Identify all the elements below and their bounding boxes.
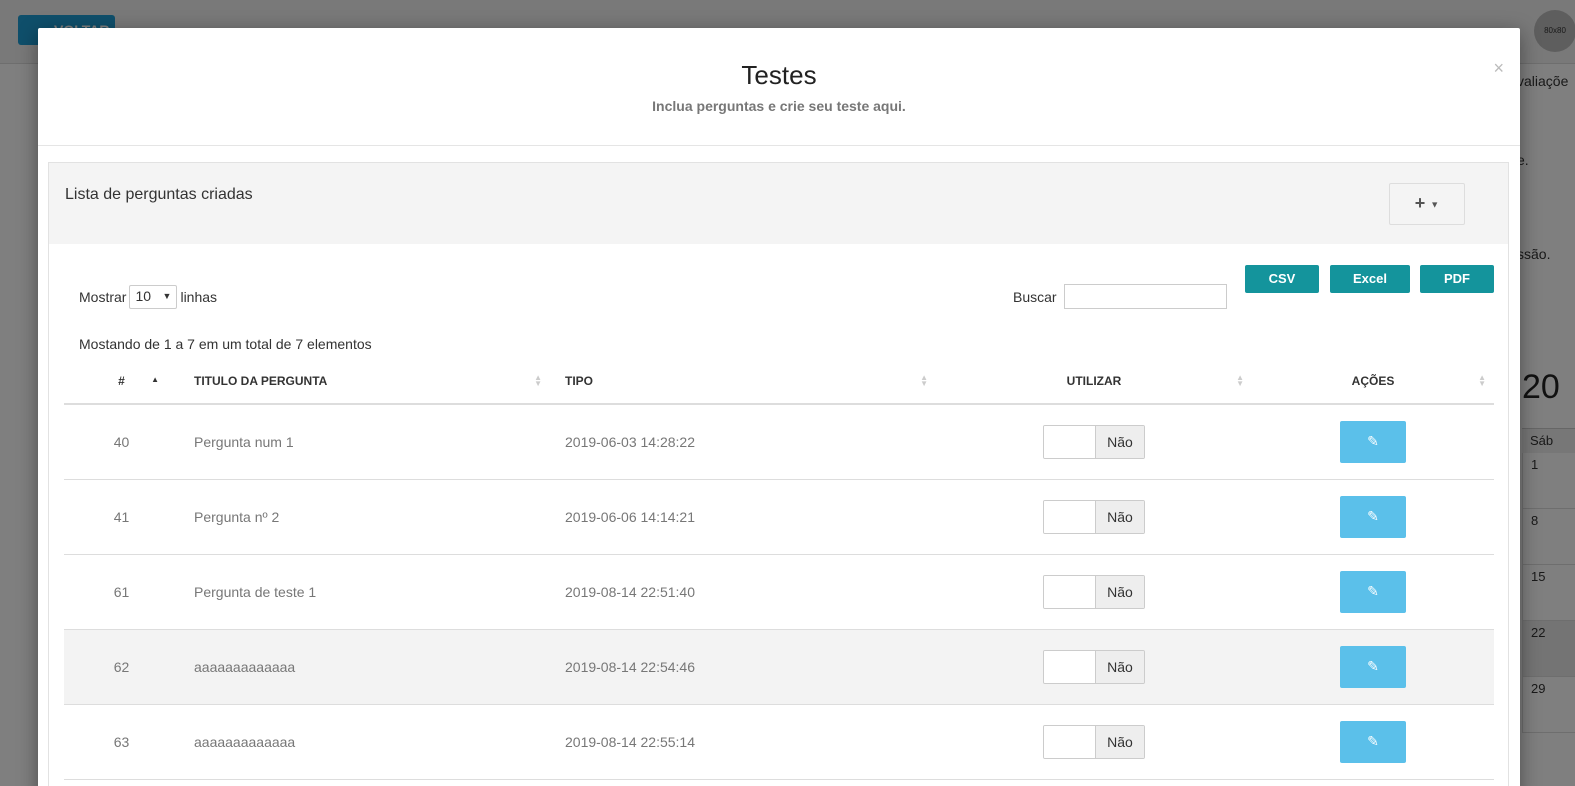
cell-use: Não: [936, 704, 1252, 780]
cell-use: Não: [936, 554, 1252, 630]
table-row: 63 aaaaaaaaaaaaa 2019-08-14 22:55:14 Não…: [64, 704, 1494, 780]
modal-title: Testes: [741, 60, 817, 90]
cell-type: 2019-06-03 14:28:22: [550, 404, 936, 480]
sort-icon: ▲ ▼: [1478, 373, 1486, 388]
use-toggle[interactable]: Não: [1043, 724, 1145, 759]
column-label: AÇÕES: [1351, 374, 1395, 388]
table-row: 61 Pergunta de teste 1 2019-08-14 22:51:…: [64, 554, 1494, 630]
toggle-label: Não: [1096, 575, 1144, 608]
edit-button[interactable]: ✎: [1340, 720, 1406, 763]
column-label: #: [118, 374, 125, 388]
edit-button[interactable]: ✎: [1340, 570, 1406, 613]
pdf-export-button[interactable]: PDF: [1420, 265, 1494, 293]
page-length-control: Mostrar 10 ▼ linhas: [79, 285, 217, 309]
chevron-down-icon: ▼: [162, 291, 172, 301]
page-length-select[interactable]: 10 ▼: [129, 285, 178, 309]
sort-asc-icon: ▲: [151, 375, 159, 384]
cell-actions: ✎: [1252, 404, 1494, 480]
cell-title: aaaaaaaaaaaaa: [179, 629, 550, 705]
cell-type: 2019-08-14 22:51:40: [550, 554, 936, 630]
search-control: Buscar: [1013, 284, 1227, 309]
cell-actions: ✎: [1252, 554, 1494, 630]
show-label: Mostrar: [79, 289, 127, 305]
questions-table: # ▲ TITULO DA PERGUNTA ▲ ▼ TIPO ▲ ▼ UTILIZ…: [64, 359, 1494, 780]
cell-use: Não: [936, 629, 1252, 705]
cell-title: Pergunta nº 2: [179, 479, 550, 555]
toggle-label: Não: [1096, 650, 1144, 683]
cell-type: 2019-06-06 14:14:21: [550, 479, 936, 555]
cell-actions: ✎: [1252, 704, 1494, 780]
questions-panel: Lista de perguntas criadas + ▼ CSV Excel…: [48, 162, 1509, 786]
use-toggle[interactable]: Não: [1043, 424, 1145, 459]
table-row: 62 aaaaaaaaaaaaa 2019-08-14 22:54:46 Não…: [64, 629, 1494, 705]
use-toggle[interactable]: Não: [1043, 499, 1145, 534]
modal-header: Testes Inclua perguntas e crie seu teste…: [38, 28, 1520, 146]
column-label: TIPO: [565, 374, 594, 388]
use-toggle[interactable]: Não: [1043, 649, 1145, 684]
plus-icon: +: [1414, 193, 1426, 213]
modal-subtitle: Inclua perguntas e crie seu teste aqui.: [652, 98, 906, 114]
edit-icon: ✎: [1367, 582, 1379, 599]
cell-title: Pergunta de teste 1: [179, 554, 550, 630]
cell-title: Pergunta num 1: [179, 404, 550, 480]
cell-use: Não: [936, 404, 1252, 480]
cell-actions: ✎: [1252, 479, 1494, 555]
edit-icon: ✎: [1367, 432, 1379, 449]
edit-button[interactable]: ✎: [1340, 420, 1406, 463]
cell-id: 61: [64, 554, 179, 630]
toggle-knob: [1044, 650, 1096, 683]
cell-actions: ✎: [1252, 629, 1494, 705]
toggle-knob: [1044, 500, 1096, 533]
cell-id: 40: [64, 404, 179, 480]
column-header-actions[interactable]: AÇÕES ▲ ▼: [1252, 359, 1494, 405]
edit-button[interactable]: ✎: [1340, 645, 1406, 688]
column-label: TITULO DA PERGUNTA: [194, 374, 328, 388]
caret-down-icon: ▼: [1430, 199, 1440, 210]
table-info: Mostando de 1 a 7 em um total de 7 eleme…: [79, 336, 372, 352]
toggle-label: Não: [1096, 500, 1144, 533]
panel-heading: Lista de perguntas criadas + ▼: [49, 163, 1508, 244]
close-icon[interactable]: ×: [1493, 58, 1504, 79]
column-header-title[interactable]: TITULO DA PERGUNTA ▲ ▼: [179, 359, 550, 405]
cell-use: Não: [936, 479, 1252, 555]
search-input[interactable]: [1063, 284, 1227, 309]
toggle-label: Não: [1096, 725, 1144, 758]
excel-export-button[interactable]: Excel: [1330, 265, 1410, 293]
toggle-knob: [1044, 575, 1096, 608]
toggle-label: Não: [1096, 425, 1144, 458]
toggle-knob: [1044, 425, 1096, 458]
panel-title: Lista de perguntas criadas: [65, 186, 253, 203]
use-toggle[interactable]: Não: [1043, 574, 1145, 609]
column-header-type[interactable]: TIPO ▲ ▼: [550, 359, 936, 405]
edit-icon: ✎: [1367, 657, 1379, 674]
toggle-knob: [1044, 725, 1096, 758]
column-header-id[interactable]: # ▲: [64, 359, 179, 405]
edit-icon: ✎: [1367, 732, 1379, 749]
table-row: 40 Pergunta num 1 2019-06-03 14:28:22 Nã…: [64, 404, 1494, 480]
tests-modal: Testes Inclua perguntas e crie seu teste…: [38, 28, 1520, 786]
cell-title: aaaaaaaaaaaaa: [179, 704, 550, 780]
page-length-value: 10: [135, 288, 152, 304]
cell-id: 62: [64, 629, 179, 705]
cell-id: 63: [64, 704, 179, 780]
search-label: Buscar: [1013, 288, 1057, 305]
table-row: 41 Pergunta nº 2 2019-06-06 14:14:21 Não…: [64, 479, 1494, 555]
sort-icon: ▲ ▼: [920, 373, 928, 388]
edit-button[interactable]: ✎: [1340, 495, 1406, 538]
column-header-use[interactable]: UTILIZAR ▲ ▼: [936, 359, 1252, 405]
cell-type: 2019-08-14 22:54:46: [550, 629, 936, 705]
sort-icon: ▲ ▼: [1236, 373, 1244, 388]
rows-label: linhas: [180, 289, 218, 305]
cell-type: 2019-08-14 22:55:14: [550, 704, 936, 780]
sort-icon: ▲ ▼: [534, 373, 542, 388]
csv-export-button[interactable]: CSV: [1245, 265, 1319, 293]
cell-id: 41: [64, 479, 179, 555]
column-label: UTILIZAR: [1066, 374, 1122, 388]
edit-icon: ✎: [1367, 507, 1379, 524]
add-question-button[interactable]: + ▼: [1389, 183, 1465, 225]
table-header-row: # ▲ TITULO DA PERGUNTA ▲ ▼ TIPO ▲ ▼ UTILIZ…: [64, 359, 1494, 405]
